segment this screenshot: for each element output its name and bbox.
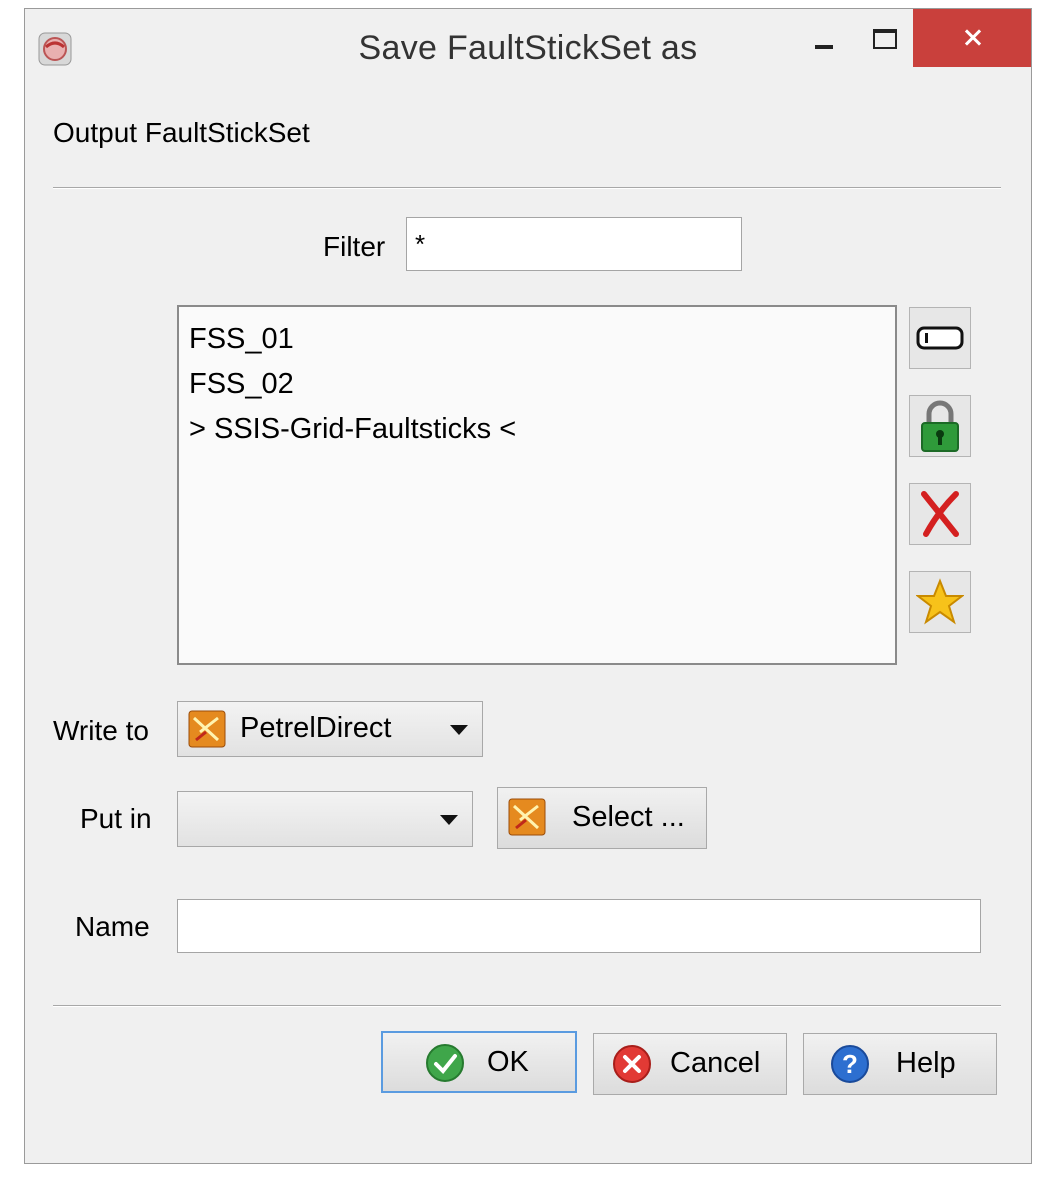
title-bar[interactable]: Save FaultStickSet as [25, 9, 1031, 89]
cancel-button[interactable]: Cancel [593, 1033, 787, 1095]
filter-input[interactable] [406, 217, 742, 271]
name-input[interactable] [177, 899, 981, 953]
filter-label: Filter [323, 231, 386, 262]
ok-button[interactable]: OK [381, 1031, 577, 1093]
write-to-label: Write to [53, 715, 149, 746]
help-button-label: Help [896, 1047, 956, 1079]
lock-button[interactable] [909, 395, 971, 457]
put-in-label: Put in [80, 803, 152, 834]
list-item[interactable]: > SSIS-Grid-Faultsticks < [189, 407, 885, 452]
put-in-dropdown[interactable] [177, 791, 473, 847]
lock-icon [921, 400, 959, 452]
write-to-value: PetrelDirect [240, 712, 392, 744]
help-icon: ? [831, 1045, 869, 1083]
save-dialog: Save FaultStickSet as Output FaultStickS… [24, 8, 1032, 1164]
delete-button[interactable] [909, 483, 971, 545]
rename-button[interactable] [909, 307, 971, 369]
faultstickset-list[interactable]: FSS_01 FSS_02 > SSIS-Grid-Faultsticks < [177, 305, 897, 665]
svg-text:?: ? [842, 1049, 858, 1079]
minimize-button[interactable] [793, 9, 853, 67]
star-icon [916, 578, 964, 625]
divider-bottom [53, 1005, 1001, 1007]
help-button[interactable]: ? Help [803, 1033, 997, 1095]
cancel-button-label: Cancel [670, 1047, 761, 1079]
select-button-label: Select ... [572, 801, 685, 833]
maximize-button[interactable] [857, 9, 919, 67]
section-label: Output FaultStickSet [53, 117, 310, 148]
cancel-icon [613, 1045, 651, 1083]
select-button[interactable]: Select ... [497, 787, 707, 849]
chevron-down-icon [440, 815, 458, 825]
divider-top [53, 187, 1001, 189]
chevron-down-icon [450, 725, 468, 735]
list-item[interactable]: FSS_02 [189, 362, 885, 407]
list-item[interactable]: FSS_01 [189, 317, 885, 362]
favorite-button[interactable] [909, 571, 971, 633]
rename-icon [916, 326, 964, 350]
petreldirect-icon [508, 798, 546, 836]
close-button[interactable] [913, 9, 1031, 67]
check-icon [426, 1044, 464, 1082]
ok-button-label: OK [487, 1046, 529, 1078]
petreldirect-icon [188, 710, 226, 748]
delete-icon [921, 491, 959, 537]
name-label: Name [75, 911, 150, 942]
write-to-dropdown[interactable]: PetrelDirect [177, 701, 483, 757]
